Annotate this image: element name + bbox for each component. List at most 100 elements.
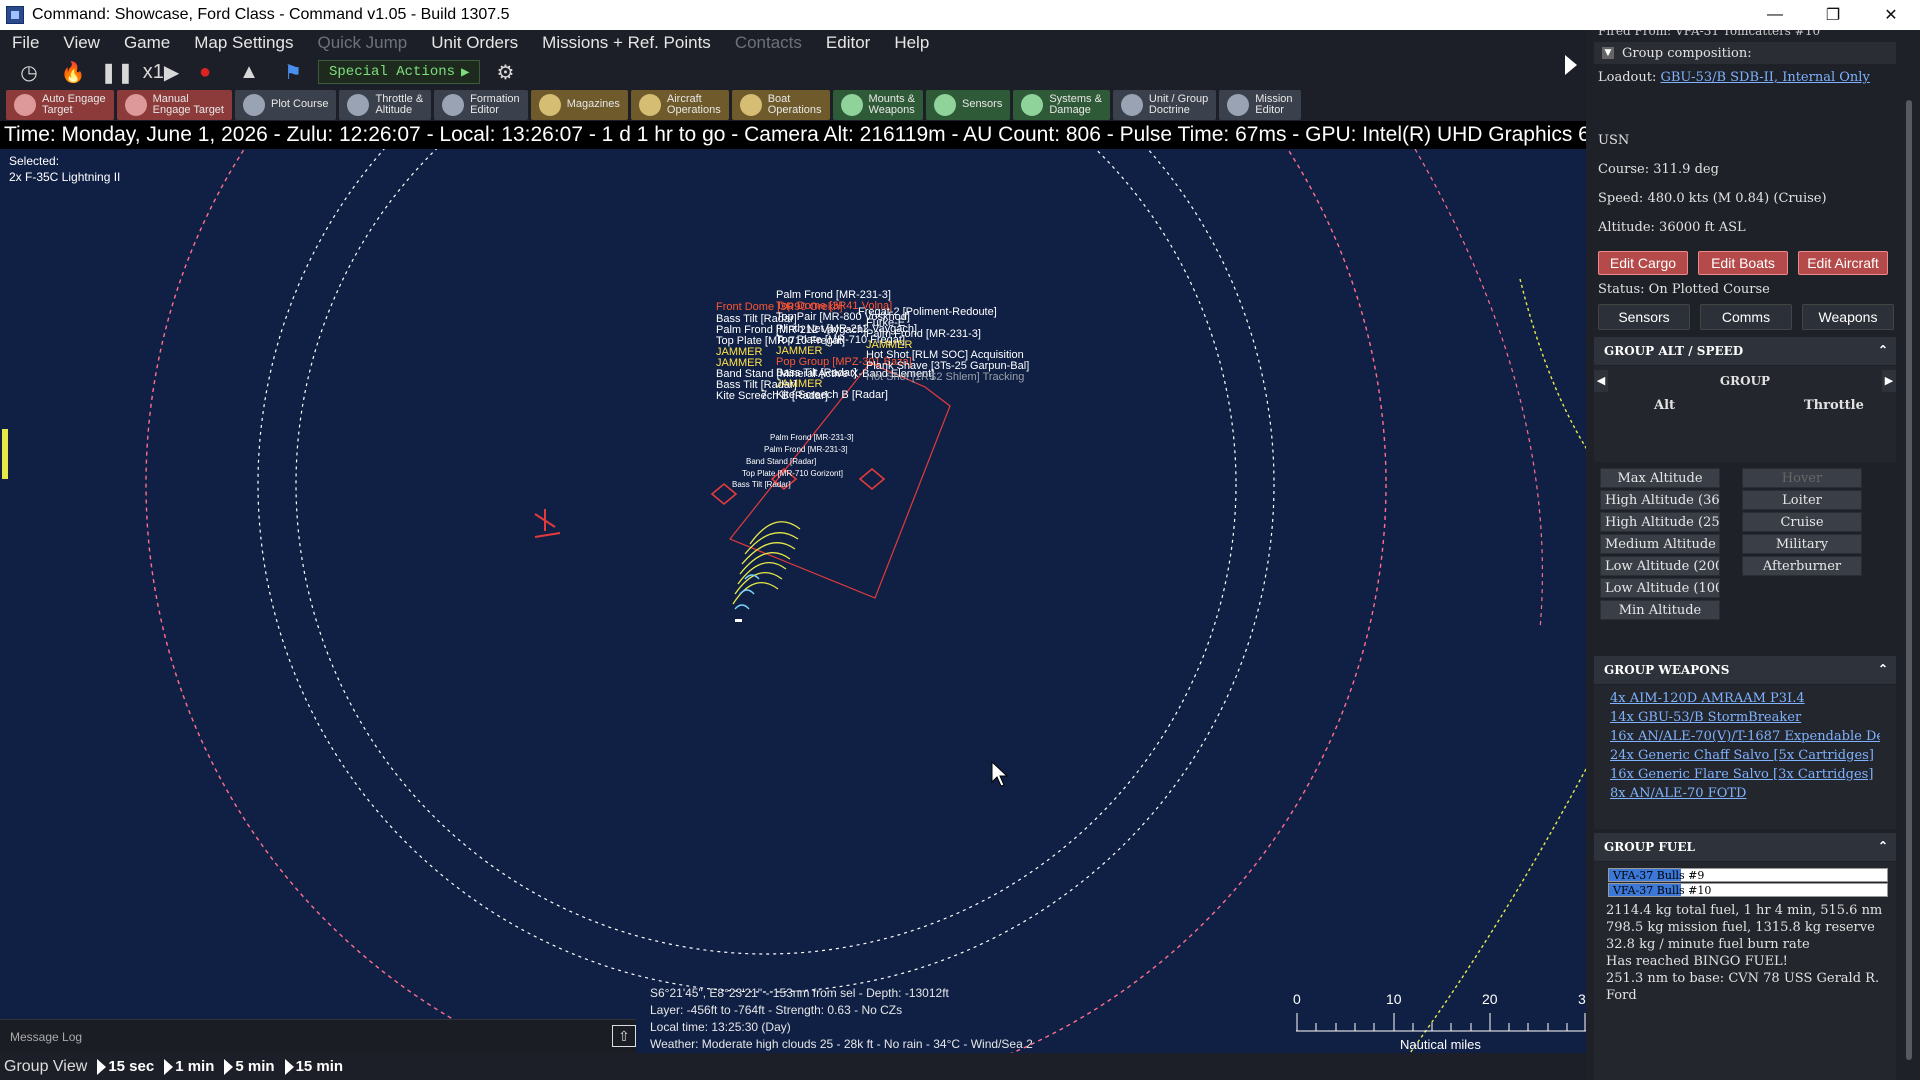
weapons-icon	[840, 93, 863, 116]
loadout-link[interactable]: GBU-53/B SDB-II, Internal Only	[1660, 70, 1869, 85]
altitude-option-max-altitude[interactable]: Max Altitude	[1600, 468, 1720, 488]
fuel-bar-label: VFA-37 Bulls #10	[1613, 884, 1712, 897]
throttle-option-military[interactable]: Military	[1742, 534, 1862, 554]
minimize-icon[interactable]: —	[1746, 0, 1804, 30]
collapse-chevron-icon: ⌃	[1877, 343, 1888, 357]
menu-view[interactable]: View	[51, 33, 112, 53]
clock-icon[interactable]: ◷	[10, 58, 48, 86]
formation-editor-button[interactable]: Formation Editor	[434, 89, 528, 120]
throttle-option-cruise[interactable]: Cruise	[1742, 512, 1862, 532]
edit-boats-button[interactable]: Edit Boats	[1698, 251, 1788, 275]
contact-label[interactable]: 7	[761, 389, 767, 402]
special-actions-button[interactable]: Special Actions ▶	[318, 60, 481, 84]
menu-unit-orders[interactable]: Unit Orders	[419, 33, 530, 53]
menu-game[interactable]: Game	[112, 33, 182, 53]
panel-collapse-arrow-icon[interactable]	[1556, 50, 1586, 80]
special-actions-icon: ▶	[461, 64, 470, 81]
weapon-link[interactable]: 14x GBU-53/B StormBreaker	[1610, 710, 1880, 725]
scale-tick-label: 0	[1293, 991, 1301, 1007]
panel-scrollbar[interactable]	[1900, 30, 1920, 1080]
altitude-option-low-altitude-2000-ft[interactable]: Low Altitude (2000 ft)	[1600, 556, 1720, 576]
unit-group-doctrine-button[interactable]: Unit / Group Doctrine	[1112, 89, 1217, 120]
altitude-option-min-altitude[interactable]: Min Altitude	[1600, 600, 1720, 620]
sensors-button[interactable]: Sensors	[925, 89, 1011, 120]
weapons-button[interactable]: Weapons	[1802, 304, 1894, 330]
menu-editor[interactable]: Editor	[814, 33, 882, 53]
group-view-label[interactable]: Group View	[4, 1058, 87, 1076]
mission-icon	[1227, 93, 1250, 116]
throttle-option-afterburner[interactable]: Afterburner	[1742, 556, 1862, 576]
menu-file[interactable]: File	[0, 33, 51, 53]
weapon-link[interactable]: 8x AN/ALE-70 FOTD	[1610, 786, 1880, 801]
contact-label[interactable]: Hot Shot [1RS2 Shlem] Tracking	[866, 371, 1024, 384]
group-alt-speed-header[interactable]: GROUP ALT / SPEED ⌃	[1594, 337, 1896, 365]
sensors-button[interactable]: Sensors	[1598, 304, 1690, 330]
fuel-detail-line: 32.8 kg / minute fuel burn rate	[1606, 937, 1810, 952]
plot-course-button[interactable]: Plot Course	[234, 89, 337, 120]
gear-icon	[1021, 93, 1044, 116]
group-weapons-header[interactable]: GROUP WEAPONS ⌃	[1594, 656, 1896, 684]
mission-editor-button[interactable]: Mission Editor	[1219, 89, 1301, 120]
flame-icon[interactable]: 🔥	[54, 58, 92, 86]
settings-gear-icon[interactable]: ⚙	[486, 58, 524, 86]
time-step-button-5-min[interactable]: 5 min	[224, 1058, 275, 1075]
mounts-weapons-button[interactable]: Mounts & Weapons	[832, 89, 923, 120]
altitude-option-low-altitude-1000-ft[interactable]: Low Altitude (1000 ft)	[1600, 578, 1720, 598]
contact-label[interactable]: Kite Screech B [Radar]	[716, 390, 828, 403]
scale-tick-label: 10	[1386, 991, 1402, 1007]
time-step-button-15-sec[interactable]: 15 sec	[97, 1058, 154, 1075]
pause-button[interactable]: ❚❚	[98, 58, 136, 86]
weapon-link[interactable]: 16x AN/ALE-70(V)/T-1687 Expendable Decoy	[1610, 729, 1880, 744]
range-ring-pink-right	[1414, 149, 1544, 630]
time-step-label: 15 sec	[108, 1058, 155, 1075]
speed-label: Speed: 480.0 kts (M 0.84) (Cruise)	[1598, 191, 1827, 206]
collapse-chevron-icon: ⌃	[1877, 662, 1888, 676]
scale-tick-label: 3	[1578, 991, 1586, 1007]
group-alt-speed-title: GROUP ALT / SPEED	[1604, 344, 1744, 358]
throttle-option-loiter[interactable]: Loiter	[1742, 490, 1862, 510]
weapon-link[interactable]: 24x Generic Chaff Salvo [5x Cartridges]	[1610, 748, 1880, 763]
close-icon[interactable]: ✕	[1862, 0, 1920, 30]
auto-engage-target-button[interactable]: Auto Engage Target	[6, 89, 114, 120]
weapon-link[interactable]: 16x Generic Flare Salvo [3x Cartridges]	[1610, 767, 1880, 782]
weapon-link[interactable]: 4x AIM-120D AMRAAM P3I.4	[1610, 691, 1880, 706]
time-step-button-1-min[interactable]: 1 min	[164, 1058, 214, 1075]
altitude-option-high-altitude-25000-ft[interactable]: High Altitude (25000 ft)	[1600, 512, 1720, 532]
edit-aircraft-button[interactable]: Edit Aircraft	[1798, 251, 1888, 275]
expand-chevron-icon: ▼	[1602, 47, 1614, 59]
menu-help[interactable]: Help	[882, 33, 941, 53]
toolbar-label: Mission Editor	[1255, 92, 1293, 116]
time-step-button-15-min[interactable]: 15 min	[284, 1058, 343, 1075]
cursor-coords: S6°21'45", E8°23'21" - 153nm from sel - …	[650, 986, 949, 1000]
scrollbar-thumb[interactable]	[1906, 100, 1912, 1060]
time-compression-button[interactable]: x1 ▶	[142, 58, 180, 86]
systems-damage-button[interactable]: Systems & Damage	[1013, 89, 1110, 120]
boat-operations-button[interactable]: Boat Operations	[731, 89, 830, 120]
carrier-icon[interactable]: ▲	[230, 58, 268, 86]
cursor-local-time: Local time: 13:25:30 (Day)	[650, 1020, 791, 1034]
menu-map-settings[interactable]: Map Settings	[182, 33, 305, 53]
flag-icon[interactable]: ⚑	[274, 58, 312, 86]
menu-missions-ref-points[interactable]: Missions + Ref. Points	[530, 33, 723, 53]
throttle-altitude-button[interactable]: Throttle & Altitude	[339, 89, 432, 120]
message-log-bar[interactable]: Message Log	[0, 1019, 636, 1053]
message-log-toggle-icon[interactable]: ⇧	[612, 1025, 636, 1047]
altitude-option-high-altitude-36000-ft[interactable]: High Altitude (36000 ft)	[1600, 490, 1720, 510]
record-icon[interactable]: ●	[186, 58, 224, 86]
contact-label[interactable]: Bass Tilt [Radar]	[732, 478, 791, 491]
group-fuel-header[interactable]: GROUP FUEL ⌃	[1594, 833, 1896, 861]
altitude-option-medium-altitude-12000-ft[interactable]: Medium Altitude (12000 ft)	[1600, 534, 1720, 554]
comms-button[interactable]: Comms	[1700, 304, 1792, 330]
restore-icon[interactable]: ❐	[1804, 0, 1862, 30]
unit-status-panel: Fired From: VFA-31 Tomcatters #10 ▼ Grou…	[1586, 30, 1920, 1080]
group-composition-row[interactable]: ▼ Group composition:	[1594, 42, 1896, 64]
edit-cargo-button[interactable]: Edit Cargo	[1598, 251, 1688, 275]
magazines-button[interactable]: Magazines	[530, 89, 628, 120]
tactical-map[interactable]: Selected: 2x F-35C Lightning II Palm Fro…	[0, 149, 1586, 1053]
toolbar-label: Auto Engage Target	[42, 92, 106, 116]
range-ring-inner	[295, 149, 1237, 955]
manual-engage-target-button[interactable]: Manual Engage Target	[116, 89, 232, 120]
fired-from: Fired From: VFA-31 Tomcatters #10	[1598, 30, 1821, 38]
aircraft-operations-button[interactable]: Aircraft Operations	[630, 89, 729, 120]
toolbar-label: Mounts & Weapons	[868, 92, 915, 116]
